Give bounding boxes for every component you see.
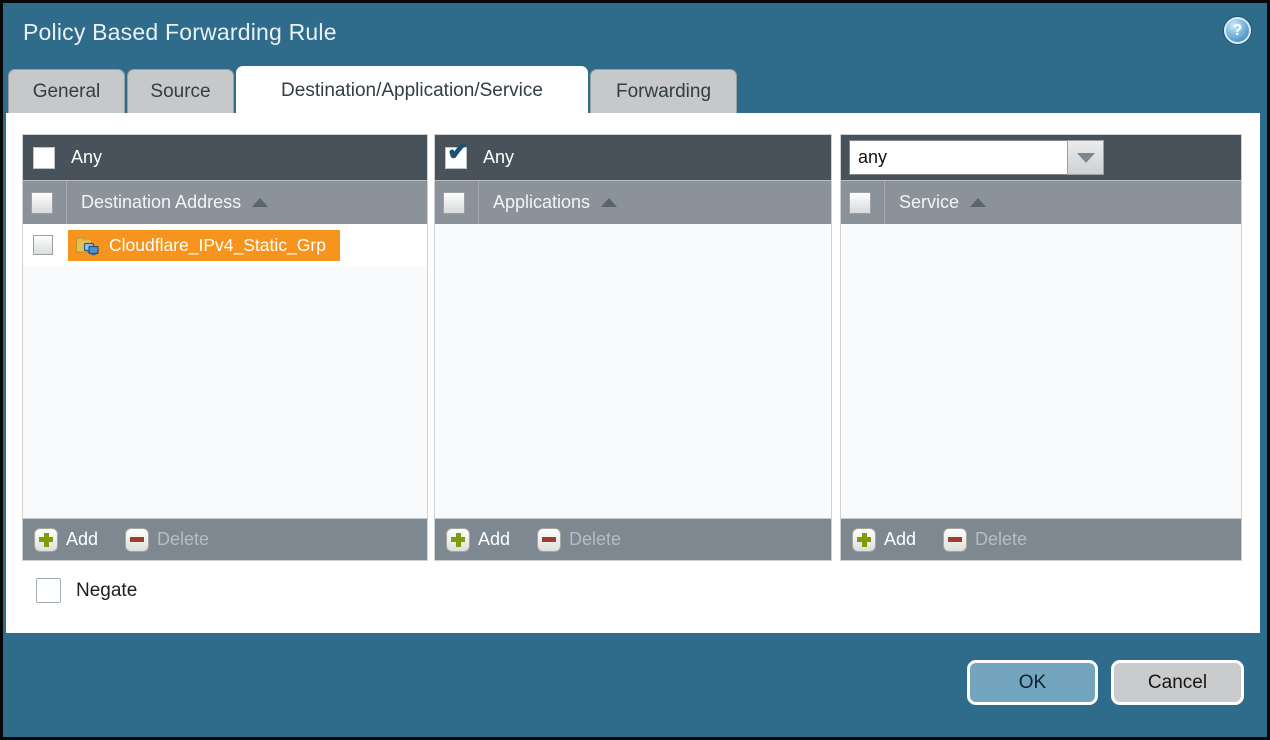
applications-any-checkbox[interactable]: ✔ [445, 147, 467, 169]
ok-button[interactable]: OK [967, 660, 1098, 705]
tab-content: Any Destination Address [6, 113, 1260, 633]
sort-asc-icon[interactable] [970, 198, 986, 207]
delete-button[interactable]: Delete [125, 528, 209, 552]
service-dropdown-header [841, 135, 1241, 180]
applications-column-title[interactable]: Applications [493, 192, 590, 213]
destination-any-label: Any [71, 147, 102, 168]
address-group-item[interactable]: Cloudflare_IPv4_Static_Grp [68, 230, 340, 261]
negate-label: Negate [76, 580, 137, 602]
applications-footer: Add Delete [435, 518, 831, 560]
applications-select-all-checkbox[interactable] [443, 192, 465, 214]
minus-icon [943, 528, 967, 552]
destination-address-panel: Any Destination Address [22, 134, 428, 561]
applications-column-header: Applications [435, 180, 831, 224]
service-footer: Add Delete [841, 518, 1241, 560]
applications-panel: ✔ Any Applications Add [434, 134, 832, 561]
table-row: Cloudflare_IPv4_Static_Grp [23, 224, 427, 266]
delete-button[interactable]: Delete [943, 528, 1027, 552]
service-panel: Service Add Delete [840, 134, 1242, 561]
dialog-button-bar: OK Cancel [967, 633, 1244, 737]
minus-icon [125, 528, 149, 552]
service-list [841, 224, 1241, 518]
help-icon[interactable]: ? [1224, 17, 1251, 44]
tab-destination-application-service[interactable]: Destination/Application/Service [236, 66, 588, 114]
selection-panels: Any Destination Address [22, 134, 1260, 561]
destination-select-all-checkbox[interactable] [31, 192, 53, 214]
service-select-all-checkbox[interactable] [849, 192, 871, 214]
add-button[interactable]: Add [446, 528, 510, 552]
tab-general[interactable]: General [8, 69, 125, 113]
dialog-title: Policy Based Forwarding Rule [23, 19, 337, 46]
plus-icon [852, 528, 876, 552]
plus-icon [34, 528, 58, 552]
negate-checkbox[interactable] [36, 578, 61, 603]
checkmark-icon: ✔ [447, 138, 469, 164]
tab-forwarding[interactable]: Forwarding [590, 69, 737, 113]
destination-column-header: Destination Address [23, 180, 427, 224]
service-dropdown-input[interactable] [849, 140, 1067, 175]
title-bar: Policy Based Forwarding Rule ? [3, 3, 1267, 65]
add-button[interactable]: Add [852, 528, 916, 552]
tab-source[interactable]: Source [127, 69, 234, 113]
destination-list: Cloudflare_IPv4_Static_Grp [23, 224, 427, 518]
destination-footer: Add Delete [23, 518, 427, 560]
sort-asc-icon[interactable] [252, 198, 268, 207]
applications-list [435, 224, 831, 518]
destination-any-checkbox[interactable] [33, 147, 55, 169]
tab-strip: General Source Destination/Application/S… [3, 65, 1267, 113]
applications-any-header: ✔ Any [435, 135, 831, 180]
delete-button[interactable]: Delete [537, 528, 621, 552]
add-button[interactable]: Add [34, 528, 98, 552]
negate-option: Negate [36, 578, 1260, 603]
minus-icon [537, 528, 561, 552]
service-column-title[interactable]: Service [899, 192, 959, 213]
service-dropdown[interactable] [849, 140, 1104, 175]
address-group-label: Cloudflare_IPv4_Static_Grp [109, 235, 326, 256]
sort-asc-icon[interactable] [601, 198, 617, 207]
address-group-icon [75, 235, 100, 256]
destination-any-header: Any [23, 135, 427, 180]
destination-column-title[interactable]: Destination Address [81, 192, 241, 213]
plus-icon [446, 528, 470, 552]
service-column-header: Service [841, 180, 1241, 224]
chevron-down-icon[interactable] [1067, 140, 1104, 175]
applications-any-label: Any [483, 147, 514, 168]
pbf-rule-dialog: Policy Based Forwarding Rule ? General S… [0, 0, 1270, 740]
row-checkbox[interactable] [33, 235, 53, 255]
cancel-button[interactable]: Cancel [1111, 660, 1244, 705]
